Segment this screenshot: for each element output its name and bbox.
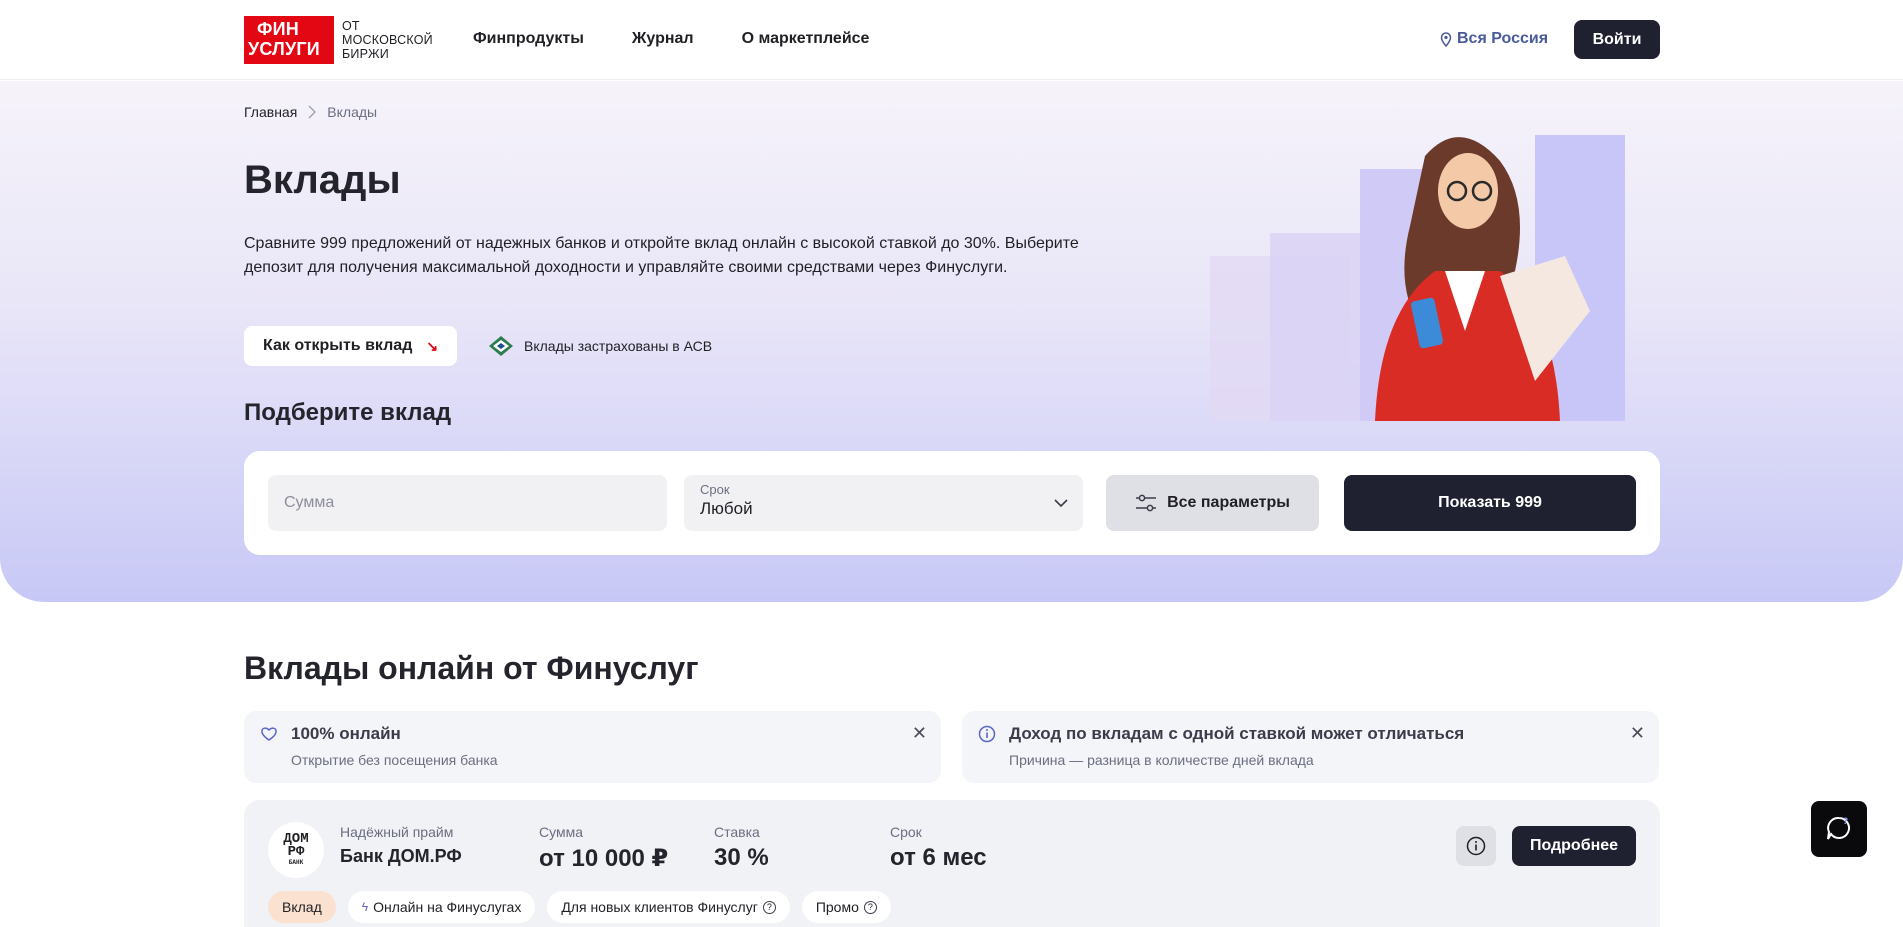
term-select-value: Любой bbox=[700, 499, 753, 518]
pick-deposit-title: Подберите вклад bbox=[244, 399, 452, 426]
info-card-text: Причина — разница в количестве дней вкла… bbox=[1009, 752, 1314, 768]
info-icon bbox=[978, 725, 996, 743]
logo-mark: ФИН УСЛУГИ bbox=[244, 16, 334, 64]
sum-label: Сумма bbox=[539, 824, 583, 840]
asv-logo-icon bbox=[489, 336, 513, 356]
close-icon[interactable]: ✕ bbox=[1630, 723, 1645, 744]
how-to-open-button[interactable]: Как открыть вклад ↘ bbox=[244, 326, 457, 366]
logo-sub-2: МОСКОВСКОЙ bbox=[342, 33, 433, 47]
tag-online: ϟ Онлайн на Финуслугах bbox=[347, 891, 536, 923]
logo-line-1: ФИН bbox=[257, 19, 299, 39]
sum-input[interactable] bbox=[268, 475, 667, 531]
lightning-icon: ϟ bbox=[361, 900, 369, 914]
support-chat-button[interactable]: ? bbox=[1811, 801, 1867, 857]
hero-section: Главная Вклады Вклады Сравните 999 предл… bbox=[0, 81, 1903, 602]
tag-label: Для новых клиентов Финуслуг bbox=[561, 899, 758, 915]
hero-lead-text: Сравните 999 предложений от надежных бан… bbox=[244, 235, 1079, 276]
finuslugi-logo[interactable]: ФИН УСЛУГИ ОТ МОСКОВСКОЙ БИРЖИ bbox=[244, 16, 433, 64]
chat-bubble-icon: ? bbox=[1827, 816, 1850, 840]
bank-logo-mid: РФ bbox=[287, 844, 305, 860]
bank-name: Банк ДОМ.РФ bbox=[340, 846, 462, 866]
nav-journal[interactable]: Журнал bbox=[632, 30, 694, 48]
section-title: Вклады онлайн от Финуслуг bbox=[244, 650, 699, 686]
heart-icon bbox=[261, 727, 277, 741]
asv-insurance-note: Вклады застрахованы в АСВ bbox=[488, 335, 712, 357]
rate-value: 30 % bbox=[714, 844, 769, 871]
rate-label: Ставка bbox=[714, 824, 760, 840]
bank-logo: ДОМ РФ БАНК bbox=[268, 822, 324, 878]
svg-text:?: ? bbox=[1843, 817, 1848, 827]
offer-info-button[interactable] bbox=[1456, 826, 1496, 866]
nav-about[interactable]: О маркетплейсе bbox=[742, 30, 870, 48]
breadcrumb-home[interactable]: Главная bbox=[244, 104, 297, 120]
tag-label: Промо bbox=[815, 899, 859, 915]
offer-sum: Сумма от 10 000 ₽ bbox=[539, 824, 668, 873]
tag-deposit: Вклад bbox=[268, 891, 336, 923]
logo-subtitle: ОТ МОСКОВСКОЙ БИРЖИ bbox=[342, 19, 433, 61]
main-nav: Финпродукты Журнал О маркетплейсе bbox=[473, 30, 869, 48]
offer-term: Срок от 6 мес bbox=[890, 824, 987, 872]
term-select-label: Срок bbox=[700, 482, 730, 497]
asv-text: Вклады застрахованы в АСВ bbox=[524, 338, 713, 354]
breadcrumb-current: Вклады bbox=[327, 104, 378, 120]
tag-label: Вклад bbox=[282, 899, 322, 915]
question-icon: ? bbox=[762, 900, 776, 914]
tag-new-clients[interactable]: Для новых клиентов Финуслуг ? bbox=[547, 891, 790, 923]
offer-tags: Вклад ϟ Онлайн на Финуслугах Для новых к… bbox=[268, 891, 891, 923]
how-to-open-label: Как открыть вклад bbox=[263, 337, 413, 354]
logo-sub-1: ОТ bbox=[342, 19, 360, 33]
tag-promo[interactable]: Промо ? bbox=[801, 891, 891, 923]
tag-label: Онлайн на Финуслугах bbox=[373, 899, 522, 915]
info-card-income: Доход по вкладам с одной ставкой может о… bbox=[962, 711, 1659, 783]
login-button[interactable]: Войти bbox=[1574, 20, 1660, 59]
offer-product: Надёжный прайм Банк ДОМ.РФ bbox=[340, 824, 462, 867]
close-icon[interactable]: ✕ bbox=[912, 723, 927, 744]
show-results-button[interactable]: Показать 999 bbox=[1344, 475, 1636, 531]
info-card-title: 100% онлайн bbox=[291, 724, 401, 743]
term-select[interactable]: Срок Любой bbox=[684, 475, 1083, 531]
info-card-online: 100% онлайн Открытие без посещения банка… bbox=[244, 711, 941, 783]
term-label: Срок bbox=[890, 824, 922, 840]
chevron-down-icon bbox=[1054, 499, 1068, 508]
page-title: Вклады bbox=[244, 158, 401, 202]
deposit-filter-card: Срок Любой Все параметры Показать 999 bbox=[244, 451, 1660, 555]
region-selector[interactable]: Вся Россия bbox=[1440, 30, 1548, 48]
logo-sub-3: БИРЖИ bbox=[342, 47, 389, 61]
region-label: Вся Россия bbox=[1457, 30, 1549, 47]
chevron-right-icon bbox=[308, 105, 317, 119]
location-pin-icon bbox=[1440, 31, 1452, 47]
breadcrumb: Главная Вклады bbox=[244, 104, 377, 120]
all-parameters-label: Все параметры bbox=[1167, 494, 1290, 511]
all-parameters-button[interactable]: Все параметры bbox=[1106, 475, 1319, 531]
offer-rate: Ставка 30 % bbox=[714, 824, 769, 872]
bank-logo-bottom: БАНК bbox=[288, 859, 304, 866]
info-card-text: Открытие без посещения банка bbox=[291, 752, 498, 768]
arrow-down-right-icon: ↘ bbox=[426, 337, 439, 354]
site-header: ФИН УСЛУГИ ОТ МОСКОВСКОЙ БИРЖИ Финпродук… bbox=[0, 0, 1903, 80]
deposit-offer-card[interactable]: ДОМ РФ БАНК Надёжный прайм Банк ДОМ.РФ С… bbox=[244, 800, 1660, 927]
nav-finproducts[interactable]: Финпродукты bbox=[473, 30, 584, 48]
info-card-title: Доход по вкладам с одной ставкой может о… bbox=[1009, 724, 1465, 743]
product-label: Надёжный прайм bbox=[340, 824, 454, 840]
hero-illustration bbox=[1210, 135, 1625, 421]
logo-line-2: УСЛУГИ bbox=[248, 39, 320, 59]
sum-value: от 10 000 ₽ bbox=[539, 845, 669, 872]
sliders-icon bbox=[1136, 494, 1157, 512]
details-button[interactable]: Подробнее bbox=[1512, 826, 1636, 866]
info-icon bbox=[1466, 836, 1486, 856]
term-value: от 6 мес bbox=[890, 844, 987, 871]
question-icon: ? bbox=[863, 900, 877, 914]
